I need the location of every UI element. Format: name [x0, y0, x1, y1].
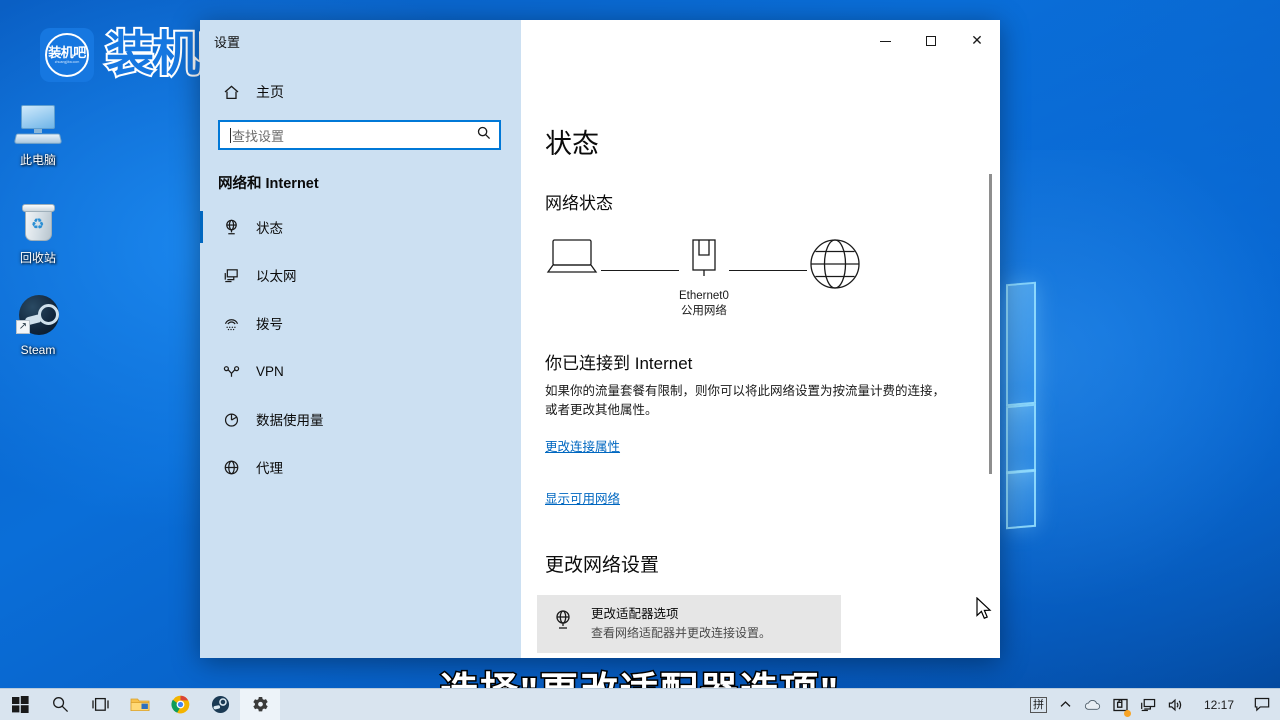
- diagram-internet: [807, 236, 863, 297]
- close-icon[interactable]: ✕: [954, 20, 1000, 62]
- search-placeholder: 查找设置: [232, 126, 477, 145]
- action-center-icon[interactable]: [1248, 689, 1276, 720]
- scrollbar-thumb[interactable]: [989, 174, 992, 474]
- settings-window[interactable]: 设置 ✕ 主页: [200, 20, 1000, 658]
- laptop-icon: [545, 236, 601, 285]
- page-title: 状态: [545, 122, 1000, 161]
- settings-sidebar[interactable]: 主页 查找设置 网络和 Internet: [200, 62, 521, 658]
- sidebar-category-title: 网络和 Internet: [200, 172, 521, 193]
- text-caret: [230, 128, 231, 143]
- content-scrollbar[interactable]: [985, 62, 997, 658]
- steam-taskbar-icon[interactable]: [200, 689, 240, 720]
- network-tray-icon[interactable]: [1134, 689, 1162, 720]
- data-usage-icon: [222, 410, 240, 428]
- diagram-device: [545, 236, 601, 285]
- option-change-adapter-options[interactable]: 更改适配器选项 查看网络适配器并更改连接设置。: [537, 595, 841, 653]
- dialup-icon: [222, 314, 240, 332]
- sidebar-item-vpn[interactable]: VPN: [200, 351, 521, 391]
- link-change-connection-properties[interactable]: 更改连接属性: [545, 436, 620, 455]
- desktop[interactable]: 装机吧 zhuangjiba.com 装机吧 此电脑 ♻ 回收站 ↗ Steam…: [0, 0, 1280, 720]
- sidebar-item-dialup[interactable]: 拨号: [200, 303, 521, 343]
- connection-description: 如果你的流量套餐有限制，则你可以将此网络设置为按流量计费的连接，或者更改其他属性…: [545, 382, 957, 420]
- maximize-icon[interactable]: [908, 20, 954, 62]
- chrome-icon[interactable]: [160, 689, 200, 720]
- sidebar-item-status[interactable]: 状态: [200, 207, 521, 247]
- recycle-bin-icon: ♻: [14, 201, 62, 247]
- watermark-badge-icon: 装机吧 zhuangjiba.com: [40, 28, 94, 82]
- ethernet-icon: [222, 266, 240, 284]
- wallpaper-pane: [1006, 404, 1036, 475]
- sidebar-item-label: 主页: [256, 82, 284, 102]
- security-shield-icon[interactable]: [1107, 689, 1134, 720]
- sidebar-item-label: 状态: [256, 217, 283, 237]
- security-alert-badge: [1124, 710, 1131, 717]
- speaker-icon[interactable]: [1162, 689, 1190, 720]
- option-subtitle: 查看网络适配器并更改连接设置。: [591, 625, 771, 642]
- sidebar-item-label: 代理: [256, 457, 283, 477]
- desktop-icon-steam[interactable]: ↗ Steam: [0, 293, 76, 357]
- sidebar-item-data-usage[interactable]: 数据使用量: [200, 399, 521, 439]
- this-pc-icon: [14, 103, 62, 149]
- sidebar-item-ethernet[interactable]: 以太网: [200, 255, 521, 295]
- desktop-icon-label: Steam: [21, 343, 56, 357]
- window-title: 设置: [200, 20, 521, 62]
- diagram-adapter: Ethernet0 公用网络: [679, 236, 729, 319]
- sidebar-item-label: 拨号: [256, 313, 283, 333]
- diagram-link-right: [729, 270, 807, 271]
- desktop-icon-label: 回收站: [20, 251, 56, 265]
- settings-gear-icon[interactable]: [240, 689, 280, 720]
- connection-heading: 你已连接到 Internet: [545, 349, 1000, 374]
- chevron-up-icon[interactable]: [1053, 689, 1078, 720]
- search-input[interactable]: 查找设置: [218, 120, 501, 150]
- clock-time: 12:17: [1196, 698, 1242, 712]
- search-icon[interactable]: [477, 126, 491, 145]
- ime-label: 拼: [1030, 697, 1047, 713]
- wallpaper-pane: [1006, 469, 1036, 530]
- sidebar-item-home[interactable]: 主页: [200, 76, 521, 108]
- desktop-icon-this-pc[interactable]: 此电脑: [0, 103, 76, 167]
- diagram-link-left: [601, 270, 679, 271]
- wallpaper-pane: [1006, 282, 1036, 407]
- ime-indicator[interactable]: 拼: [1024, 689, 1053, 720]
- watermark-badge-sub: zhuangjiba.com: [55, 61, 80, 65]
- sidebar-item-label: VPN: [256, 364, 284, 379]
- network-status-heading: 网络状态: [545, 189, 1000, 214]
- minimize-icon[interactable]: [862, 20, 908, 62]
- desktop-icon-recycle-bin[interactable]: ♻ 回收站: [0, 201, 76, 265]
- shortcut-arrow-icon: ↗: [16, 320, 30, 334]
- system-tray[interactable]: 拼: [1024, 689, 1280, 720]
- sidebar-item-proxy[interactable]: 代理: [200, 447, 521, 487]
- globe-icon: [807, 236, 863, 297]
- search-container[interactable]: 查找设置: [200, 120, 521, 150]
- change-network-settings-heading: 更改网络设置: [545, 550, 1000, 577]
- adapter-globe-icon: [551, 608, 575, 632]
- clock[interactable]: 12:17: [1190, 689, 1248, 720]
- watermark-badge-text: 装机吧: [48, 46, 86, 59]
- adapter-name: Ethernet0: [679, 289, 729, 304]
- adapter-type: 公用网络: [681, 304, 727, 319]
- task-view-icon[interactable]: [80, 689, 120, 720]
- proxy-globe-icon: [222, 458, 240, 476]
- link-show-available-networks[interactable]: 显示可用网络: [545, 488, 620, 507]
- option-title: 更改适配器选项: [591, 606, 771, 623]
- mouse-cursor: [976, 597, 992, 619]
- taskbar[interactable]: 拼: [0, 688, 1280, 720]
- network-port-icon: [684, 236, 724, 285]
- onedrive-cloud-icon[interactable]: [1078, 689, 1107, 720]
- sidebar-item-label: 数据使用量: [256, 409, 324, 429]
- network-status-icon: [222, 218, 240, 236]
- sidebar-item-label: 以太网: [256, 265, 297, 285]
- window-titlebar[interactable]: 设置 ✕: [200, 20, 1000, 62]
- search-icon[interactable]: [40, 689, 80, 720]
- settings-content-pane[interactable]: 状态 网络状态: [521, 62, 1000, 658]
- vpn-icon: [222, 362, 240, 380]
- steam-icon: ↗: [14, 293, 62, 339]
- file-explorer-icon[interactable]: [120, 689, 160, 720]
- desktop-icon-label: 此电脑: [20, 153, 56, 167]
- start-icon[interactable]: [0, 689, 40, 720]
- window-controls[interactable]: ✕: [862, 20, 1000, 62]
- home-icon: [222, 83, 240, 101]
- network-diagram: Ethernet0 公用网络: [545, 236, 1000, 319]
